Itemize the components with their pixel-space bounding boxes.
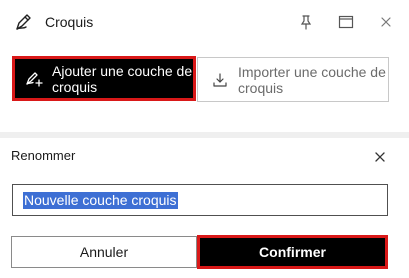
layer-name-value: Nouvelle couche croquis xyxy=(23,191,178,209)
add-sketch-layer-label: Ajouter une couche de croquis xyxy=(52,62,193,95)
add-sketch-layer-button[interactable]: Ajouter une couche de croquis xyxy=(12,56,196,101)
confirm-button[interactable]: Confirmer xyxy=(197,235,388,269)
maximize-icon[interactable] xyxy=(336,12,356,32)
layer-name-input[interactable]: Nouvelle couche croquis xyxy=(12,184,388,216)
pin-icon[interactable] xyxy=(296,12,316,32)
cancel-button[interactable]: Annuler xyxy=(11,236,197,268)
rename-title: Renommer xyxy=(11,148,76,163)
close-icon[interactable] xyxy=(376,12,396,32)
import-sketch-layer-label: Importer une couche de croquis xyxy=(238,63,386,96)
panel-title: Croquis xyxy=(45,14,94,30)
import-sketch-layer-button[interactable]: Importer une couche de croquis xyxy=(197,57,389,102)
sketch-pen-icon xyxy=(14,12,34,32)
section-divider xyxy=(0,132,409,138)
download-icon xyxy=(212,72,228,88)
close-icon[interactable] xyxy=(372,149,388,165)
add-sketch-icon xyxy=(25,70,43,88)
